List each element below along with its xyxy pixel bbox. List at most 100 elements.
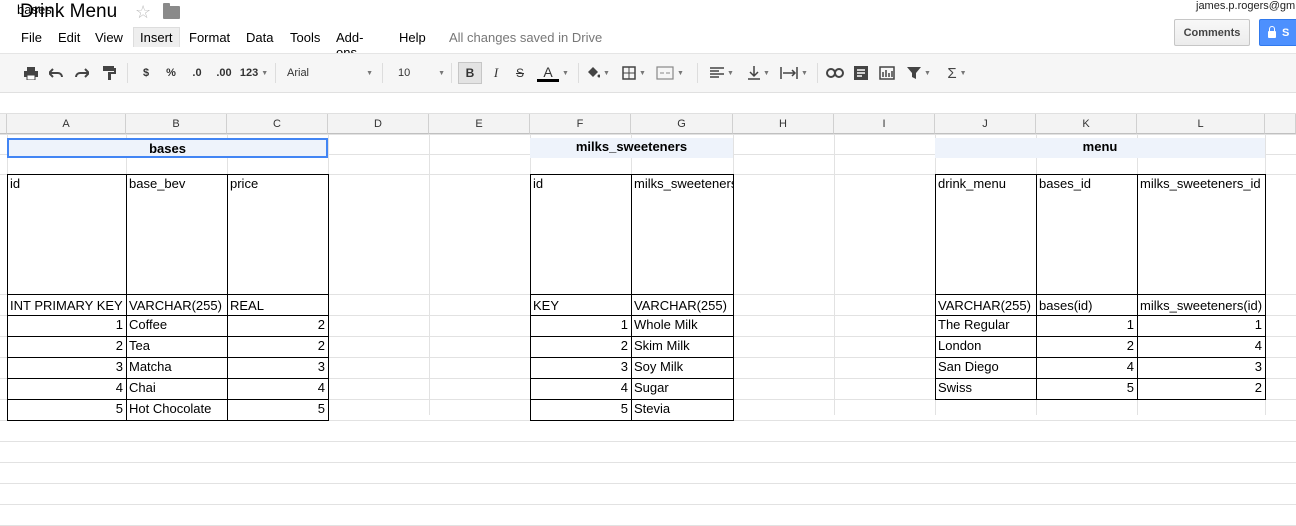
column-name-cell[interactable]: drink_menu xyxy=(935,174,1036,294)
row-header-corner[interactable] xyxy=(0,114,7,134)
column-header-d[interactable]: D xyxy=(328,114,429,134)
column-header-j[interactable]: J xyxy=(935,114,1036,134)
insert-comment-icon[interactable] xyxy=(851,62,871,84)
fill-color-dropdown[interactable]: ▼ xyxy=(585,62,611,84)
column-type-cell[interactable]: INT PRIMARY KEY xyxy=(530,294,631,315)
table-title-menu[interactable]: menu xyxy=(935,138,1265,158)
column-header-f[interactable]: F xyxy=(530,114,631,134)
table-cell[interactable]: 3 xyxy=(1137,357,1265,378)
column-name-cell[interactable]: bases_id xyxy=(1036,174,1137,294)
menu-help[interactable]: Help xyxy=(393,28,432,47)
column-type-cell[interactable]: VARCHAR(255) xyxy=(935,294,1036,315)
table-cell[interactable]: Chai xyxy=(126,378,227,399)
table-cell[interactable]: 2 xyxy=(1137,378,1265,399)
menu-tools[interactable]: Tools xyxy=(284,28,326,47)
menu-data[interactable]: Data xyxy=(240,28,279,47)
star-icon[interactable]: ☆ xyxy=(135,2,151,23)
formula-bar[interactable] xyxy=(0,91,1296,114)
table-cell[interactable]: Hot Chocolate xyxy=(126,399,227,420)
column-type-cell[interactable]: INT, FOREIGN KEY (milks_sweeteners_id) R… xyxy=(1137,294,1265,315)
menu-edit[interactable]: Edit xyxy=(52,28,86,47)
table-title-bases[interactable]: bases xyxy=(7,138,328,158)
redo-icon[interactable] xyxy=(72,62,92,84)
column-name-cell[interactable]: milks_sweeteners xyxy=(631,174,733,294)
comments-button[interactable]: Comments xyxy=(1174,19,1250,46)
column-name-cell[interactable]: base_bev xyxy=(126,174,227,294)
table-cell[interactable]: Sugar xyxy=(631,378,733,399)
table-cell[interactable]: 5 xyxy=(7,399,126,420)
column-header-b[interactable]: B xyxy=(126,114,227,134)
paint-format-icon[interactable] xyxy=(99,62,119,84)
percent-format-button[interactable]: % xyxy=(163,62,179,84)
column-type-cell[interactable]: VARCHAR(255) xyxy=(126,294,227,315)
column-type-cell[interactable]: VARCHAR(255) xyxy=(631,294,733,315)
table-cell[interactable]: 2 xyxy=(7,336,126,357)
table-cell[interactable]: 3 xyxy=(7,357,126,378)
table-cell[interactable]: 2 xyxy=(227,336,328,357)
column-type-cell[interactable]: INT, FOREIGN KEY (bases_id) REFERENCES b… xyxy=(1036,294,1137,315)
merge-cells-dropdown[interactable]: ▼ xyxy=(653,62,687,84)
column-type-cell[interactable]: INT PRIMARY KEY xyxy=(7,294,126,315)
table-cell[interactable]: San Diego xyxy=(935,357,1036,378)
table-cell[interactable]: London xyxy=(935,336,1036,357)
column-header-k[interactable]: K xyxy=(1036,114,1137,134)
table-cell[interactable]: 4 xyxy=(1137,336,1265,357)
font-size-dropdown[interactable]: 10 ▼ xyxy=(393,62,445,84)
table-cell[interactable]: 2 xyxy=(227,315,328,336)
menu-file[interactable]: File xyxy=(15,28,48,47)
table-cell[interactable]: 1 xyxy=(1137,315,1265,336)
table-cell[interactable]: Coffee xyxy=(126,315,227,336)
table-cell[interactable]: 2 xyxy=(1036,336,1137,357)
share-button[interactable]: S xyxy=(1259,19,1296,46)
table-cell[interactable]: Swiss xyxy=(935,378,1036,399)
column-type-cell[interactable]: REAL xyxy=(227,294,328,315)
undo-icon[interactable] xyxy=(46,62,66,84)
filter-dropdown[interactable]: ▼ xyxy=(903,62,935,84)
table-cell[interactable]: 4 xyxy=(1036,357,1137,378)
font-family-dropdown[interactable]: Arial ▼ xyxy=(283,62,373,84)
decrease-decimal-button[interactable]: .0 xyxy=(186,62,208,84)
italic-button[interactable]: I xyxy=(487,62,505,84)
table-cell[interactable]: Soy Milk xyxy=(631,357,733,378)
table-cell[interactable]: 1 xyxy=(1036,315,1137,336)
table-cell[interactable]: Matcha xyxy=(126,357,227,378)
table-cell[interactable]: Whole Milk xyxy=(631,315,733,336)
increase-decimal-button[interactable]: .00 xyxy=(211,62,237,84)
table-cell[interactable]: 3 xyxy=(227,357,328,378)
column-header-a[interactable]: A xyxy=(7,114,126,134)
strikethrough-button[interactable]: S xyxy=(511,62,529,84)
column-name-cell[interactable]: milks_sweeteners_id xyxy=(1137,174,1265,294)
currency-format-button[interactable]: $ xyxy=(138,62,154,84)
column-header-i[interactable]: I xyxy=(834,114,935,134)
table-cell[interactable]: 2 xyxy=(530,336,631,357)
table-cell[interactable]: 3 xyxy=(530,357,631,378)
print-icon[interactable] xyxy=(21,62,41,84)
table-cell[interactable]: 1 xyxy=(7,315,126,336)
table-cell[interactable]: Stevia xyxy=(631,399,733,420)
column-header-h[interactable]: H xyxy=(733,114,834,134)
table-title-milks-sweeteners[interactable]: milks_sweeteners xyxy=(530,138,733,158)
column-header-l[interactable]: L xyxy=(1137,114,1265,134)
borders-dropdown[interactable]: ▼ xyxy=(620,62,648,84)
text-color-dropdown[interactable]: A ▼ xyxy=(536,62,570,84)
table-cell[interactable]: 5 xyxy=(227,399,328,420)
insert-link-icon[interactable] xyxy=(824,62,846,84)
table-cell[interactable]: 1 xyxy=(530,315,631,336)
column-header-e[interactable]: E xyxy=(429,114,530,134)
folder-icon[interactable] xyxy=(163,3,180,19)
bold-button[interactable]: B xyxy=(458,62,482,84)
table-cell[interactable]: The Regular xyxy=(935,315,1036,336)
table-cell[interactable]: 4 xyxy=(530,378,631,399)
vertical-align-dropdown[interactable]: ▼ xyxy=(744,62,774,84)
user-email[interactable]: james.p.rogers@gm xyxy=(1196,0,1295,12)
text-wrapping-dropdown[interactable]: ▼ xyxy=(777,62,811,84)
formula-bar-content[interactable]: bases xyxy=(17,2,52,17)
table-cell[interactable]: Skim Milk xyxy=(631,336,733,357)
table-cell[interactable]: 5 xyxy=(1036,378,1137,399)
menu-insert[interactable]: Insert xyxy=(133,27,180,47)
table-cell[interactable]: 4 xyxy=(7,378,126,399)
column-header-c[interactable]: C xyxy=(227,114,328,134)
table-cell[interactable]: 4 xyxy=(227,378,328,399)
menu-format[interactable]: Format xyxy=(183,28,236,47)
column-name-cell[interactable]: price xyxy=(227,174,328,294)
